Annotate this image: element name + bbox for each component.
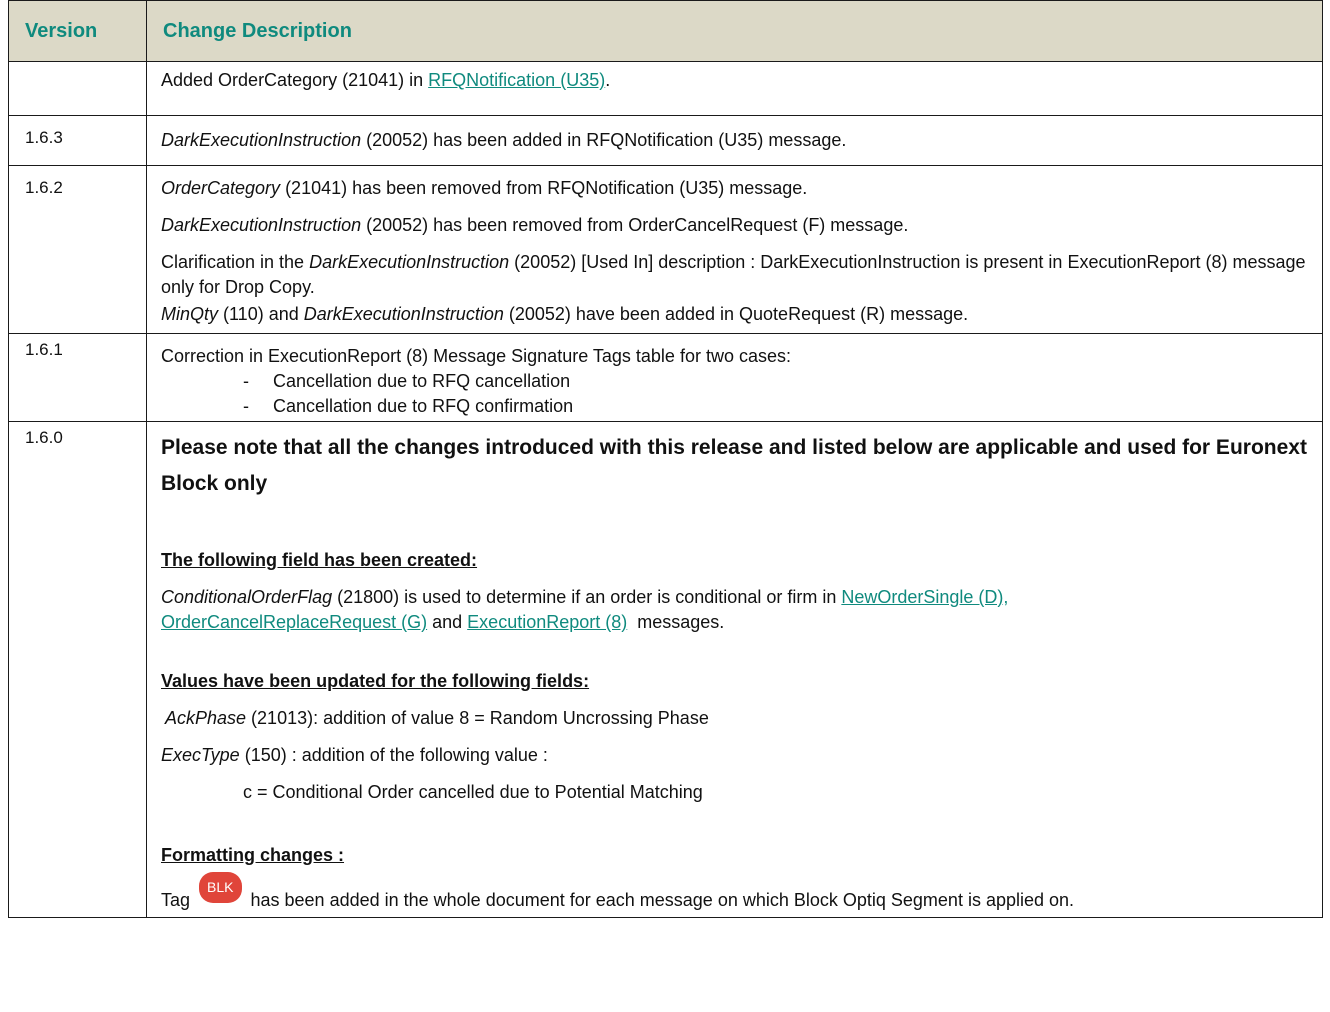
section-heading-created: The following field has been created:: [161, 550, 478, 570]
text: Tag: [161, 890, 196, 910]
text: and: [427, 612, 468, 632]
text: .: [605, 70, 611, 90]
text: Clarification in the: [161, 252, 310, 272]
order-cancel-replace-link[interactable]: OrderCancelReplaceRequest (G): [161, 612, 427, 632]
field-name: DarkExecutionInstruction: [303, 304, 504, 324]
table-row: 1.6.3 DarkExecutionInstruction (20052) h…: [8, 115, 1323, 166]
blk-badge: BLK: [199, 872, 242, 903]
text: has been added in the whole document for…: [245, 890, 1075, 910]
version-cell: 1.6.0: [8, 421, 147, 918]
version-cell: [8, 61, 147, 116]
change-description-header: Change Description: [146, 0, 1323, 62]
text: (20052) has been added in RFQNotificatio…: [361, 130, 847, 150]
version-cell: 1.6.1: [8, 333, 147, 422]
field-name: ExecType: [161, 745, 240, 765]
field-name: ConditionalOrderFlag: [161, 587, 333, 607]
header-row: Version Change Description: [8, 0, 1323, 62]
version-cell: 1.6.2: [8, 165, 147, 334]
field-name: OrderCategory: [161, 178, 281, 198]
description-cell: DarkExecutionInstruction (20052) has bee…: [146, 115, 1323, 166]
text: messages.: [627, 612, 725, 632]
table-row: 1.6.1 Correction in ExecutionReport (8) …: [8, 333, 1323, 422]
new-order-single-link[interactable]: NewOrderSingle (D),: [841, 587, 1008, 607]
description-cell: Added OrderCategory (21041) in RFQNotifi…: [146, 61, 1323, 116]
release-note: Please note that all the changes introdu…: [161, 436, 1307, 495]
section-heading-values: Values have been updated for the followi…: [161, 671, 590, 691]
text: (20052) has been removed from OrderCance…: [361, 215, 909, 235]
change-log-table: Version Change Description Added OrderCa…: [8, 0, 1323, 918]
dash-bullet: -: [243, 371, 249, 391]
description-cell: Correction in ExecutionReport (8) Messag…: [146, 333, 1323, 422]
text: (21013): addition of value 8 = Random Un…: [246, 708, 709, 728]
list-item: - Cancellation due to RFQ confirmation: [161, 394, 1308, 421]
field-name: DarkExecutionInstruction: [309, 252, 510, 272]
list-item-text: Cancellation due to RFQ confirmation: [273, 396, 574, 416]
text: (21800) is used to determine if an order…: [332, 587, 842, 607]
table-row: 1.6.0 Please note that all the changes i…: [8, 421, 1323, 918]
table-row: Added OrderCategory (21041) in RFQNotifi…: [8, 61, 1323, 116]
version-header: Version: [8, 0, 147, 62]
field-name: AckPhase: [165, 708, 247, 728]
text: (110) and: [218, 304, 304, 324]
field-name: MinQty: [161, 304, 219, 324]
text: (150) : addition of the following value …: [239, 745, 548, 765]
exec-type-value: c = Conditional Order cancelled due to P…: [243, 782, 703, 802]
text: (20052) have been added in QuoteRequest …: [503, 304, 969, 324]
execution-report-link[interactable]: ExecutionReport (8): [467, 612, 627, 632]
dash-bullet: -: [243, 396, 249, 416]
text: (21041) has been removed from RFQNotific…: [280, 178, 808, 198]
description-cell: Please note that all the changes introdu…: [146, 421, 1323, 918]
description-cell: OrderCategory (21041) has been removed f…: [146, 165, 1323, 334]
list-item: - Cancellation due to RFQ cancellation: [161, 369, 1308, 394]
table-row: 1.6.2 OrderCategory (21041) has been rem…: [8, 165, 1323, 334]
field-name: DarkExecutionInstruction: [161, 130, 362, 150]
version-cell: 1.6.3: [8, 115, 147, 166]
section-heading-formatting: Formatting changes :: [161, 845, 345, 865]
field-name: DarkExecutionInstruction: [161, 215, 362, 235]
list-item-text: Cancellation due to RFQ cancellation: [273, 371, 571, 391]
text: Correction in ExecutionReport (8) Messag…: [161, 346, 791, 366]
rfq-notification-link[interactable]: RFQNotification (U35): [428, 70, 605, 90]
text: Added OrderCategory (21041) in: [161, 70, 429, 90]
